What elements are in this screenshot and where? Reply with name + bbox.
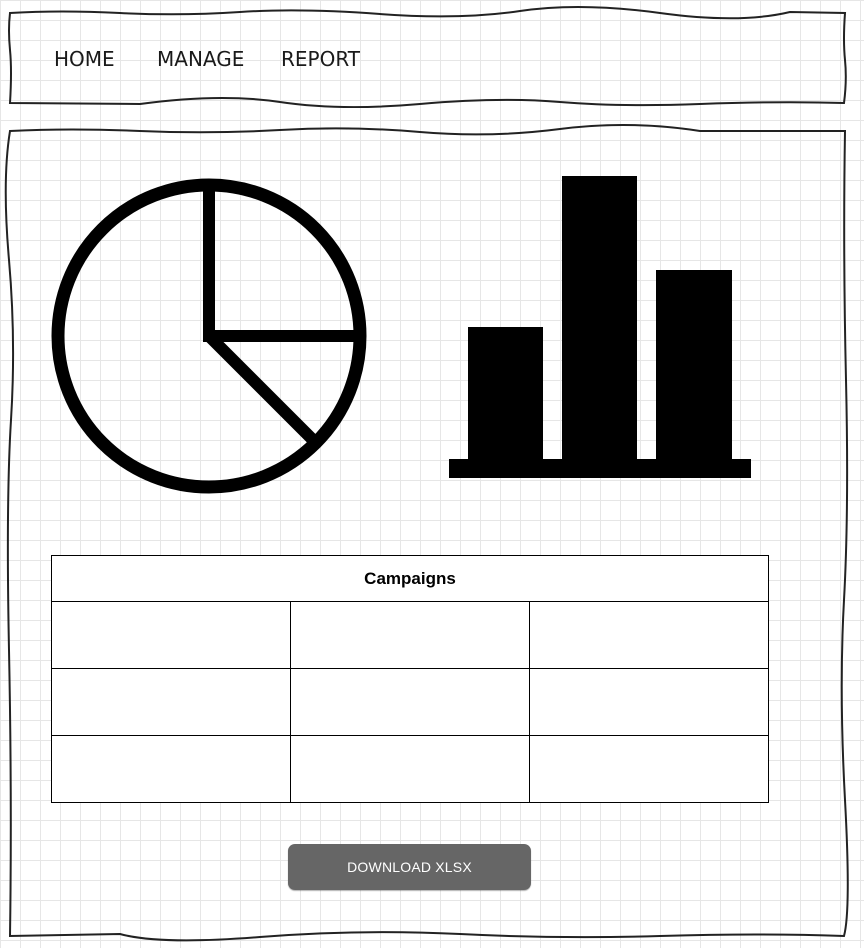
header-panel-border [8, 5, 847, 109]
table-cell [51, 668, 291, 736]
table-cell [290, 601, 530, 669]
table-cell [51, 735, 291, 803]
nav-home[interactable]: HOME [54, 46, 115, 72]
nav-report[interactable]: REPORT [281, 46, 360, 72]
bar-chart-icon [449, 176, 751, 478]
table-row [51, 601, 769, 669]
table-cell [529, 601, 769, 669]
nav-manage[interactable]: MANAGE [157, 46, 244, 72]
table-row [51, 668, 769, 736]
campaigns-table: Campaigns [51, 555, 769, 803]
table-row [51, 735, 769, 803]
table-cell [290, 735, 530, 803]
table-cell [529, 735, 769, 803]
table-cell [51, 601, 291, 669]
table-cell [529, 668, 769, 736]
table-title: Campaigns [51, 555, 769, 602]
pie-chart-icon [51, 178, 367, 494]
table-cell [290, 668, 530, 736]
download-xlsx-button[interactable]: DOWNLOAD XLSX [288, 844, 531, 890]
